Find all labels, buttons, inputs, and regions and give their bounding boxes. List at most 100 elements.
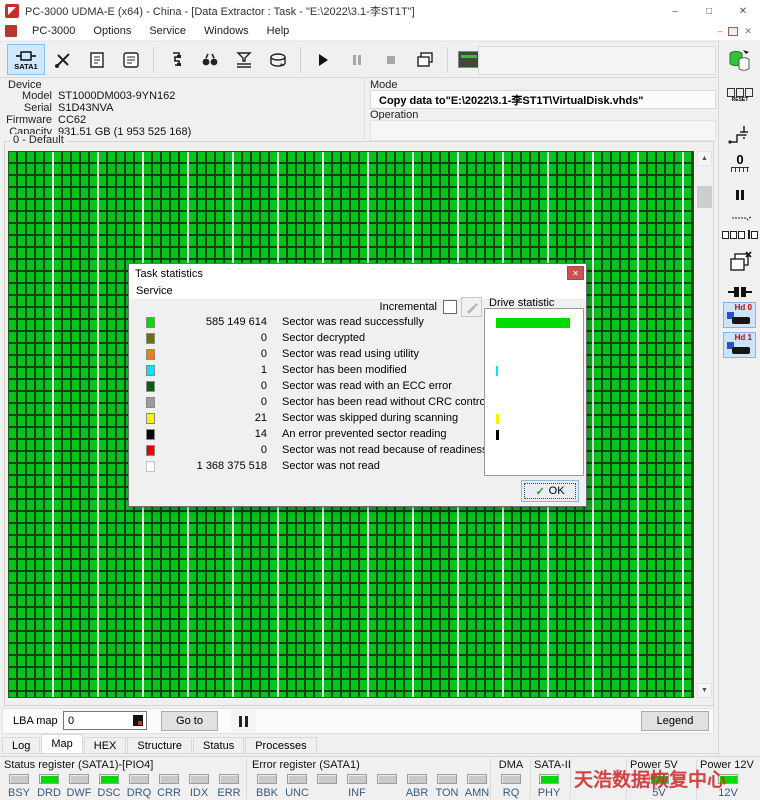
tab-structure[interactable]: Structure (127, 737, 193, 753)
mdi-close-button[interactable]: ✕ (744, 26, 752, 36)
led-amn: AMN (462, 774, 492, 799)
hd1-button[interactable]: Hd 1 (723, 332, 756, 358)
stat-label: Sector was read using utility (282, 348, 419, 360)
menu-item-windows[interactable]: Windows (195, 24, 258, 38)
map-scrollbar[interactable]: ▲ ▼ (697, 151, 712, 698)
copy-data-button[interactable] (724, 48, 756, 74)
toolbar-separator (300, 46, 301, 73)
tab-hex[interactable]: HEX (83, 737, 127, 753)
drive-stat-bar (496, 366, 498, 376)
device-field-firmware: Firmware CC62 (0, 114, 191, 126)
tab-map[interactable]: Map (41, 734, 83, 753)
reset-hdd-button[interactable]: RESET (724, 88, 756, 103)
led-bbk: BBK (252, 774, 282, 799)
sata1-port-button[interactable]: SATA1 (7, 44, 45, 75)
device-field-label: Serial (23, 102, 52, 114)
pencil-icon (467, 302, 478, 314)
error-register-header: Error register (SATA1) (252, 759, 360, 771)
maximize-button[interactable]: □ (692, 0, 726, 22)
goto-button[interactable]: Go to (161, 711, 218, 731)
search-button[interactable] (194, 44, 226, 75)
stat-color-swatch (146, 316, 155, 328)
funnel-icon (236, 51, 252, 68)
scroll-up-button[interactable]: ▲ (697, 151, 712, 166)
led-indicator (219, 774, 239, 784)
status-register-header: Status register (SATA1)-[PIO4] (4, 759, 154, 771)
data-dump-button[interactable] (262, 44, 294, 75)
cascade-windows-button[interactable] (409, 44, 441, 75)
mdi-restore-button[interactable] (728, 26, 739, 36)
hd0-button[interactable]: Hd 0 (723, 302, 756, 328)
stat-value: 0 (260, 396, 267, 408)
led-label: UNC (285, 787, 309, 799)
sector-view-button[interactable] (722, 216, 758, 239)
menu-item-help[interactable]: Help (258, 24, 299, 38)
object-list-button[interactable] (160, 44, 192, 75)
stat-color-swatch (146, 412, 155, 424)
minimize-button[interactable]: – (658, 0, 692, 22)
led-phy: PHY (534, 774, 564, 799)
device-field-model: Model ST1000DM003-9YN162 (0, 90, 191, 102)
led-label: BSY (7, 787, 30, 799)
stat-label: Sector was read successfully (282, 316, 424, 328)
ok-button[interactable]: ✓ OK (521, 480, 579, 502)
pc3000-app-window: PC-3000 UDMA-E (x64) - China - [Data Ext… (0, 0, 760, 800)
stop-button[interactable] (375, 44, 407, 75)
view-tabs: Log Map HEX Structure Status Processes (2, 734, 718, 754)
lba-map-label: LBA map (13, 715, 58, 727)
menu-item-service[interactable]: Service (140, 24, 195, 38)
start-button[interactable] (307, 44, 339, 75)
tab-log[interactable]: Log (2, 737, 41, 753)
merge-results-button[interactable] (228, 44, 260, 75)
stat-row: 585 149 614 Sector was read successfully (129, 314, 481, 330)
dialog-menu-service[interactable]: Service (136, 285, 173, 297)
stat-label: Sector was read with an ECC error (282, 380, 452, 392)
close-button[interactable]: ✕ (726, 0, 760, 22)
menu-item-pc-3000[interactable]: PC-3000 (23, 24, 84, 38)
map-pause-button[interactable] (231, 710, 256, 732)
stat-label: Sector was not read (282, 460, 380, 472)
drive-passport-button[interactable] (81, 44, 113, 75)
sleep-pause-button[interactable] (724, 188, 756, 202)
legend-label: Legend (656, 715, 694, 727)
error-register-section: Error register (SATA1) BBK UNC INF ABR TON AMN (252, 759, 492, 799)
led-indicator (407, 774, 427, 784)
dialog-title-bar[interactable]: Task statistics ✕ (129, 264, 586, 283)
lba-calculator-icon[interactable] (133, 715, 143, 726)
info-panel: Device Model ST1000DM003-9YN162 Serial S1D4… (0, 78, 718, 141)
device-field-label: Model (22, 90, 52, 102)
incremental-checkbox[interactable] (443, 300, 457, 314)
device-field-value: S1D43NVA (58, 102, 114, 114)
dma-leds: RQ (496, 774, 526, 799)
scroll-down-button[interactable]: ▼ (697, 683, 712, 698)
watermark-text: 天浩数据恢复中心 (574, 770, 727, 791)
led-bsy: BSY (4, 774, 34, 799)
led-indicator (39, 774, 59, 784)
incremental-label: Incremental (379, 301, 437, 313)
close-all-windows-button[interactable] (724, 250, 756, 276)
menu-item-options[interactable]: Options (84, 24, 140, 38)
tab-processes[interactable]: Processes (245, 737, 317, 753)
utility-tools-button[interactable] (47, 44, 79, 75)
drive-id-button[interactable] (115, 44, 147, 75)
led-label: BBK (255, 787, 278, 799)
led-indicator (159, 774, 179, 784)
lba-bar: LBA map Go to Legend (2, 708, 714, 734)
stat-color-swatch (146, 396, 155, 408)
legend-button[interactable]: Legend (641, 711, 709, 731)
drive-stat-bar (496, 414, 499, 424)
mdi-minimize-button[interactable]: – (717, 26, 722, 36)
dialog-close-button[interactable]: ✕ (567, 266, 584, 280)
led-indicator (347, 774, 367, 784)
scrollbar-thumb[interactable] (697, 186, 712, 208)
led-unc: UNC (282, 774, 312, 799)
reset-chips-icon (727, 88, 753, 97)
power-control-button[interactable] (724, 122, 756, 146)
ruler-icon (731, 167, 749, 172)
stat-row: 14 An error prevented sector reading (129, 426, 481, 442)
tab-status[interactable]: Status (193, 737, 245, 753)
recalibrate-button[interactable]: 0 (724, 153, 756, 172)
pause-button[interactable] (341, 44, 373, 75)
ata-connector-button[interactable] (724, 284, 756, 300)
stat-row: 1 Sector has been modified (129, 362, 481, 378)
